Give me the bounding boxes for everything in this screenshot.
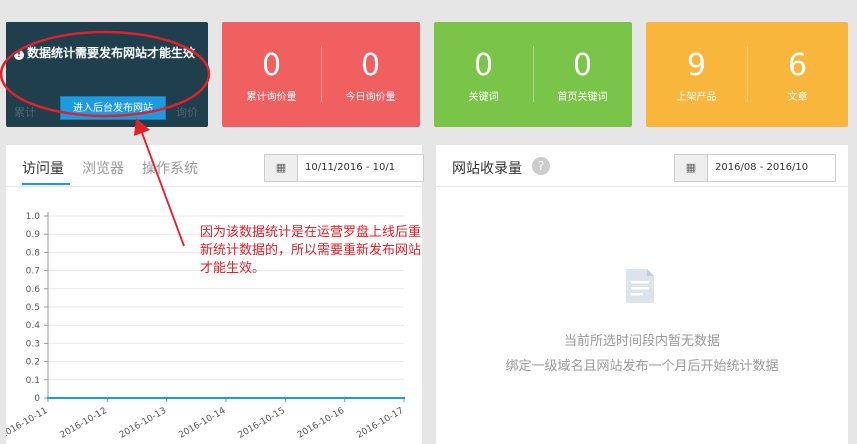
annotation-text: 因为该数据统计是在运营罗盘上线后重新统计数据的，所以需要重新发布网站才能生效。 bbox=[200, 225, 422, 276]
annotation-arrow-line bbox=[140, 129, 185, 247]
annotation-ellipse bbox=[0, 30, 211, 118]
annotation-overlay bbox=[0, 30, 211, 247]
